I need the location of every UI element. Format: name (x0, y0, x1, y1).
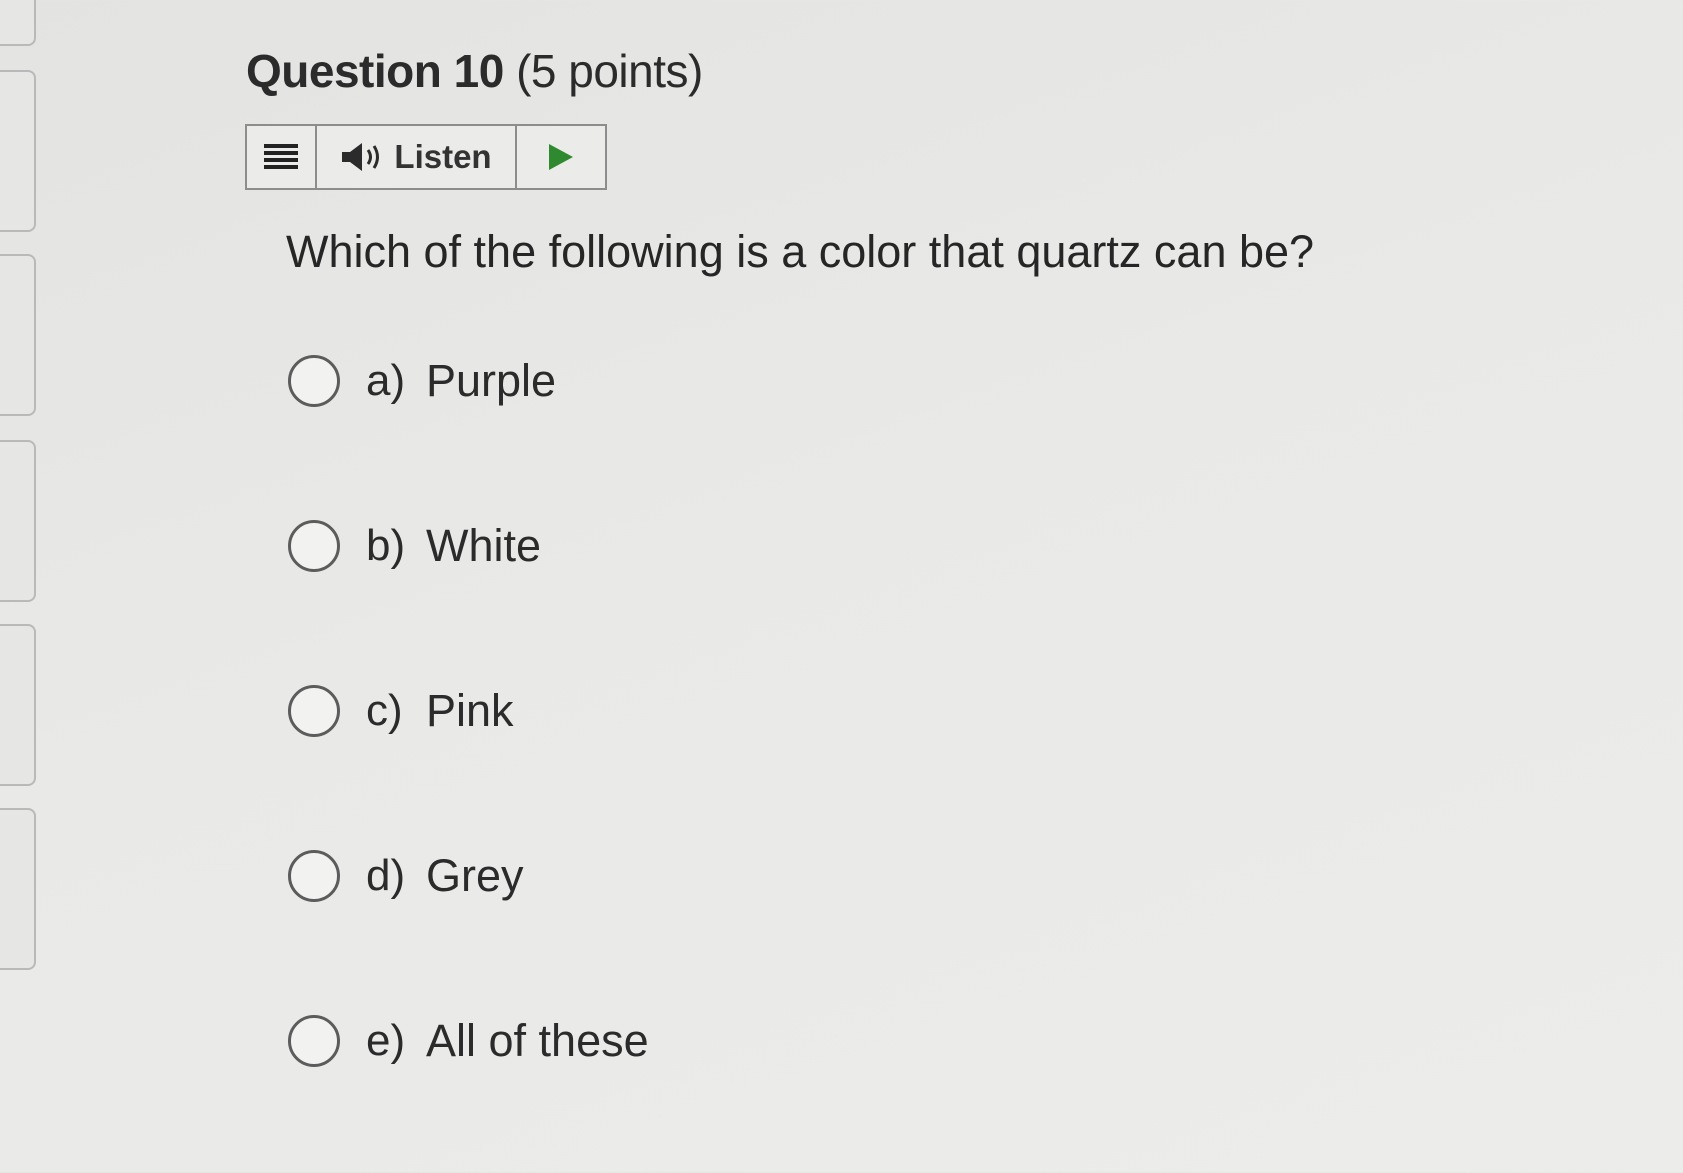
side-nav-tab[interactable] (0, 0, 36, 46)
side-nav-tab[interactable] (0, 440, 36, 602)
question-title: Question 10 (5 points) (246, 44, 703, 98)
option-letter: c) (366, 686, 403, 735)
speaker-icon (342, 143, 380, 171)
option-label: Pink (426, 685, 514, 736)
radio-button[interactable] (288, 850, 340, 902)
listen-button[interactable]: Listen (317, 126, 517, 188)
play-button[interactable] (517, 126, 605, 188)
listen-label: Listen (394, 138, 492, 175)
side-nav-tab[interactable] (0, 254, 36, 416)
play-icon (549, 144, 573, 170)
option-e[interactable]: e) All of these (288, 1008, 649, 1074)
radio-button[interactable] (288, 685, 340, 737)
option-letter: a) (366, 356, 406, 405)
question-text: Which of the following is a color that q… (286, 226, 1315, 277)
option-label: All of these (426, 1015, 649, 1066)
listen-toolbar: Listen (245, 124, 607, 190)
option-letter: d) (366, 851, 406, 900)
option-letter: b) (366, 521, 406, 570)
option-label: White (426, 520, 542, 571)
option-letter: e) (366, 1016, 406, 1065)
option-d[interactable]: d) Grey (288, 843, 649, 909)
side-nav-tab[interactable] (0, 70, 36, 232)
radio-button[interactable] (288, 355, 340, 407)
option-a[interactable]: a) Purple (288, 348, 649, 414)
hamburger-menu-icon (264, 144, 298, 169)
option-b[interactable]: b) White (288, 513, 649, 579)
option-c[interactable]: c) Pink (288, 678, 649, 744)
question-number: Question 10 (246, 45, 504, 97)
option-label: Purple (426, 355, 557, 406)
question-points: (5 points) (516, 45, 703, 97)
option-label: Grey (426, 850, 524, 901)
radio-button[interactable] (288, 1015, 340, 1067)
radio-button[interactable] (288, 520, 340, 572)
side-nav-tab[interactable] (0, 808, 36, 970)
answer-options: a) Purple b) White c) Pink d) Grey e) Al… (288, 348, 649, 1173)
listen-menu-button[interactable] (247, 126, 317, 188)
side-nav-tab[interactable] (0, 624, 36, 786)
